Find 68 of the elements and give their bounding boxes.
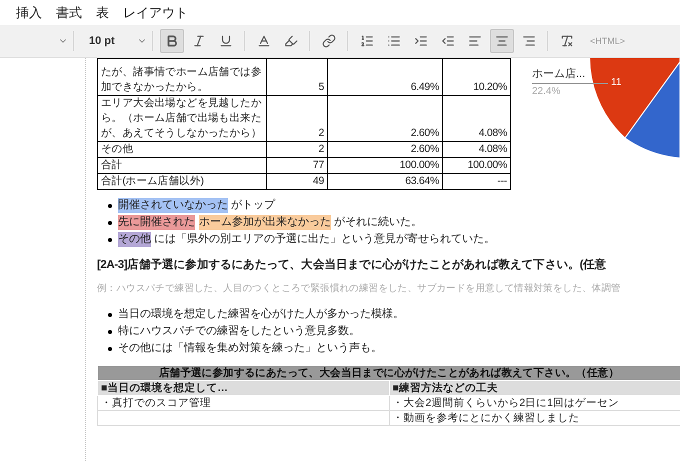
clear-format-icon xyxy=(560,34,574,48)
table-cell: 6.49% xyxy=(328,58,442,96)
pie-percent: 22.4% xyxy=(532,86,560,97)
table-cell: ・大会2週間前くらいから2日に1回はゲーセン xyxy=(389,396,680,410)
bullet-icon xyxy=(108,346,112,350)
menu-item[interactable]: 書式 xyxy=(56,4,82,22)
table-cell: ・真打でのスコア管理 xyxy=(98,396,389,410)
highlighted-text: ホーム参加が出来なかった xyxy=(199,215,331,230)
pie-label: ホーム店... xyxy=(532,66,586,81)
bullet-icon xyxy=(108,238,112,242)
table-cell: 77 xyxy=(266,158,328,174)
table-cell: 2.60% xyxy=(328,96,442,142)
menu-item[interactable]: 表 xyxy=(96,4,109,22)
table-cell: 5 xyxy=(266,58,328,96)
highlighter-icon xyxy=(284,34,298,48)
indent-icon xyxy=(414,34,428,48)
table-cell: --- xyxy=(442,174,510,190)
table-cell: 合計 xyxy=(98,158,266,174)
table-cell: 合計(ホーム店舗以外) xyxy=(98,174,266,190)
bullet-text: がトップ xyxy=(230,198,276,213)
bullet-text: 特にハウスパチでの練習をしたという意見多数。 xyxy=(118,324,360,339)
example-text: 例：ハウスパチで練習した、人目のつくところで緊張慣れの練習をした、サブカードを用意して情報対策をした、体調管 xyxy=(97,282,622,295)
font-size-dropdown[interactable]: 10 pt xyxy=(89,35,147,47)
menu-item[interactable]: レイアウト xyxy=(123,4,188,22)
table-cell: 63.64% xyxy=(328,174,442,190)
bullet-text: 当日の環境を想定した練習を心がけた人が多かった模様。 xyxy=(118,307,404,322)
bullet-text: には「県外の別エリアの予選に出た」という意見が寄せられていた。 xyxy=(153,232,496,247)
table-cell: 4.08% xyxy=(442,142,510,158)
table-cell: たが、諸事情でホーム店舗では参加できなかったから。 xyxy=(98,58,266,96)
table-title: 店舗予選に参加するにあたって、大会当日までに心がけたことがあれば教えて下さい。（任意） xyxy=(98,366,680,380)
align-center-button[interactable] xyxy=(490,29,514,53)
table-cell: 100.00% xyxy=(442,158,510,174)
bold-button[interactable] xyxy=(160,29,184,53)
text-color-icon xyxy=(256,34,270,48)
bullet-text: その他には「情報を集め対策を練った」という声も。 xyxy=(118,341,382,356)
italic-icon xyxy=(192,34,206,48)
table-cell: 2.60% xyxy=(328,142,442,158)
numbered-list-icon xyxy=(360,34,374,48)
table-cell: 10.20% xyxy=(442,58,510,96)
table-cell: 100.00% xyxy=(328,158,442,174)
bullet-icon xyxy=(108,204,112,208)
table-cell: 2 xyxy=(266,142,328,158)
underline-icon xyxy=(218,34,232,48)
column-header: ■当日の環境を想定して… xyxy=(98,380,389,396)
bullet-icon xyxy=(108,220,112,224)
align-left-icon xyxy=(468,34,482,48)
bullet-icon xyxy=(108,312,112,316)
column-header: ■練習方法などの工夫 xyxy=(389,380,680,396)
highlighted-text: 先に開催された xyxy=(118,215,195,230)
highlighted-text: その他 xyxy=(118,232,151,247)
bullet-text: がそれに続いた。 xyxy=(333,215,422,230)
link-icon xyxy=(322,34,336,48)
align-right-icon xyxy=(522,34,536,48)
table-cell: 2 xyxy=(266,96,328,142)
bullet-icon xyxy=(108,330,112,334)
bold-icon xyxy=(164,34,178,48)
table-cell: ・動画を参考にとにかく練習しました xyxy=(389,410,680,426)
bullet-list-icon xyxy=(386,34,400,48)
table-cell: 49 xyxy=(266,174,328,190)
table-cell: 4.08% xyxy=(442,96,510,142)
table-cell: エリア大会出場などを見越したから。（ホーム店舗で出場も出来たが、あえてそうしなかったから） xyxy=(98,96,266,142)
question-heading: [2A-3]店舗予選に参加するにあたって、大会当日までに心がけたことがあれば教えて下さい。(任意 xyxy=(97,257,608,272)
highlighted-text: 開催されていなかった xyxy=(118,198,228,213)
menu-item[interactable]: 挿入 xyxy=(16,4,42,22)
outdent-icon xyxy=(440,34,454,48)
align-center-icon xyxy=(494,34,508,48)
slice-value: 11 xyxy=(611,77,622,88)
table-cell: その他 xyxy=(98,142,266,158)
